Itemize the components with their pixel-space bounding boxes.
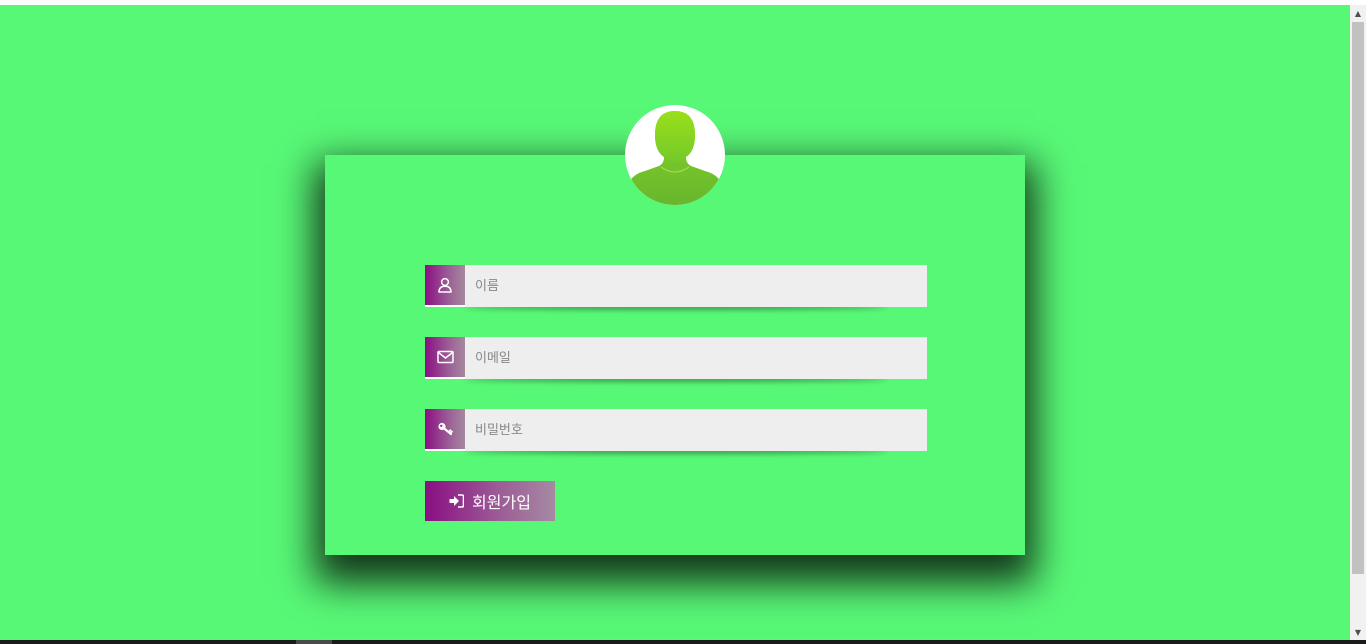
taskbar-item[interactable] bbox=[296, 640, 332, 644]
email-field-group bbox=[425, 337, 927, 379]
taskbar-strip bbox=[0, 640, 1366, 644]
key-icon bbox=[425, 409, 465, 451]
envelope-icon bbox=[425, 337, 465, 379]
vertical-scrollbar[interactable]: ▲ ▼ bbox=[1350, 5, 1366, 640]
scroll-down-arrow-icon[interactable]: ▼ bbox=[1350, 624, 1366, 640]
scroll-up-arrow-icon[interactable]: ▲ bbox=[1350, 5, 1366, 21]
name-field-group bbox=[425, 265, 927, 307]
sign-in-icon bbox=[449, 494, 465, 508]
page-background: 회원가입 bbox=[0, 5, 1350, 640]
scrollbar-thumb[interactable] bbox=[1352, 22, 1364, 574]
user-icon bbox=[425, 265, 465, 307]
password-input[interactable] bbox=[465, 409, 927, 451]
user-silhouette-icon bbox=[627, 111, 723, 205]
signup-card: 회원가입 bbox=[325, 155, 1025, 555]
name-input[interactable] bbox=[465, 265, 927, 307]
password-field-group bbox=[425, 409, 927, 451]
email-input[interactable] bbox=[465, 337, 927, 379]
signup-button[interactable]: 회원가입 bbox=[425, 481, 555, 521]
signup-button-label: 회원가입 bbox=[472, 493, 531, 512]
avatar bbox=[625, 105, 725, 205]
